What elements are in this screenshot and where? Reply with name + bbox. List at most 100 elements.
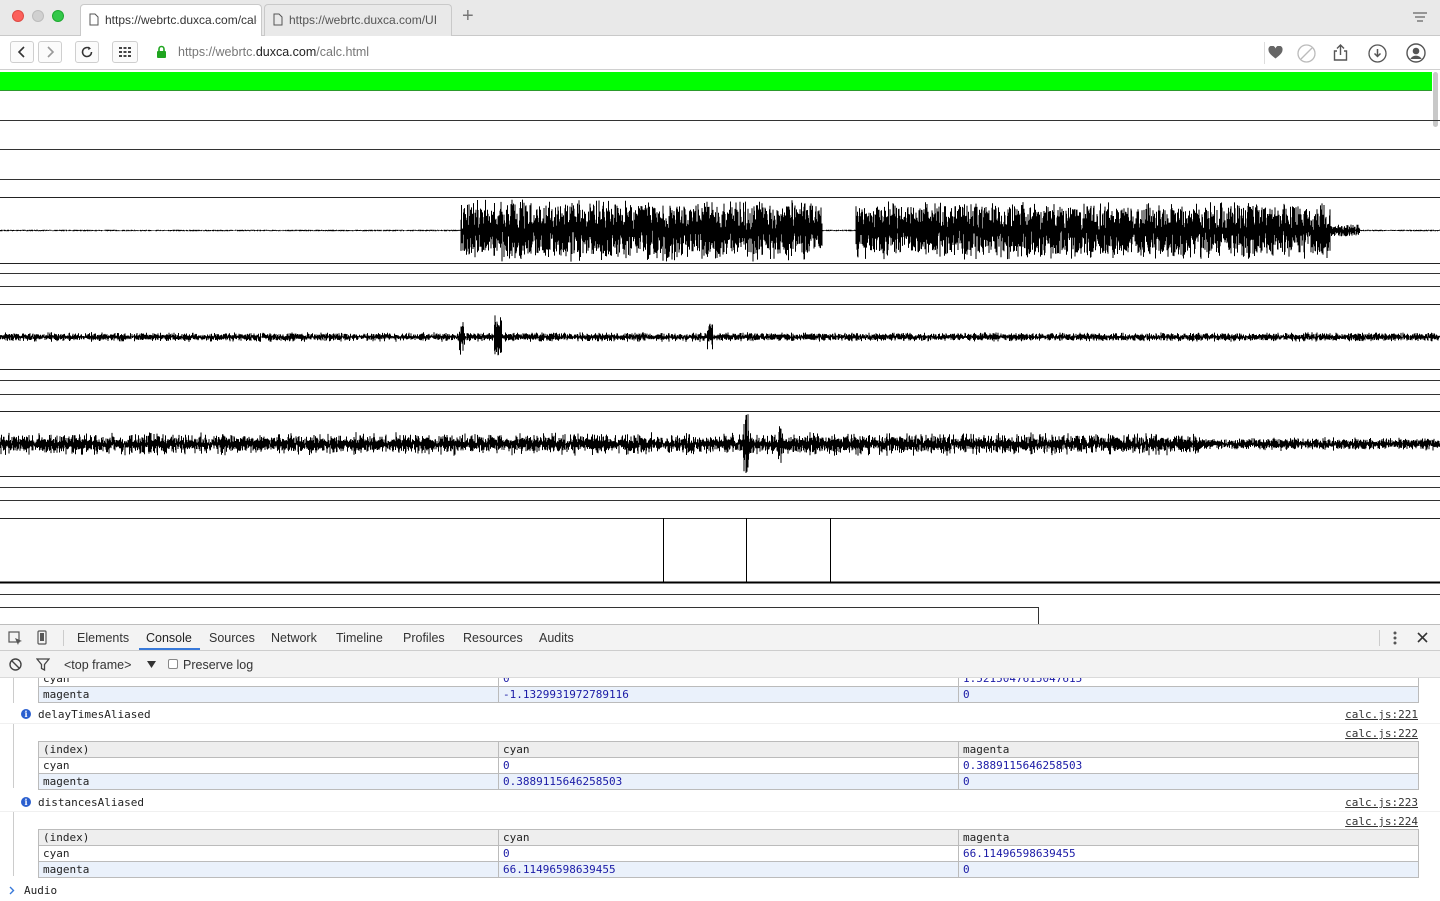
separator-line — [0, 500, 1440, 501]
lock-icon[interactable] — [156, 45, 167, 59]
status-bar — [0, 72, 1432, 91]
table-cell: magenta — [38, 686, 499, 703]
source-link[interactable]: calc.js:224 — [1345, 815, 1418, 828]
page-icon — [273, 13, 283, 26]
divider — [1379, 630, 1380, 646]
close-window-button[interactable] — [12, 10, 24, 22]
tab-audits[interactable]: Audits — [539, 631, 574, 645]
table-row: magenta -1.1329931972789116 0 — [38, 686, 1419, 703]
group-indent-line — [13, 724, 14, 788]
source-link[interactable]: calc.js:223 — [1345, 796, 1418, 809]
console-output: cyan 0 1.5215047615047615 magenta -1.132… — [0, 678, 1440, 901]
dropdown-arrow-icon[interactable] — [147, 661, 156, 668]
table-cell: magenta — [38, 773, 499, 790]
tab-list-icon[interactable] — [1412, 12, 1428, 24]
devtools-panel: Elements Console Sources Network Timelin… — [0, 624, 1440, 901]
adblock-icon[interactable] — [1297, 44, 1316, 63]
tab-elements[interactable]: Elements — [77, 631, 129, 645]
table-header-row: (index) cyan magenta — [38, 741, 1419, 758]
preserve-log-checkbox[interactable] — [168, 659, 178, 669]
tab-title: https://webrtc.duxca.com/calc.html — [105, 13, 257, 27]
column-header[interactable]: magenta — [958, 741, 1419, 758]
device-mode-icon[interactable] — [37, 630, 47, 645]
clear-console-icon[interactable] — [9, 658, 22, 671]
url-domain: duxca.com — [255, 45, 317, 59]
separator-line — [0, 120, 1440, 121]
table-cell: 0 — [498, 678, 959, 687]
heart-icon[interactable] — [1268, 46, 1283, 59]
console-prompt[interactable]: Audio — [0, 880, 1440, 901]
column-header[interactable]: cyan — [498, 829, 959, 846]
url-path: /calc.html — [316, 45, 370, 59]
speed-dial-button[interactable] — [112, 41, 138, 63]
console-message-text: distancesAliased — [38, 796, 144, 809]
console-table: (index) cyan magenta cyan 0 0.3889115646… — [38, 741, 1419, 790]
tab-resources[interactable]: Resources — [463, 631, 523, 645]
column-header[interactable]: cyan — [498, 741, 959, 758]
group-indent-line — [13, 678, 14, 703]
inspect-element-icon[interactable] — [8, 631, 23, 646]
chevron-left-icon — [17, 46, 25, 58]
divider — [63, 630, 64, 646]
source-link[interactable]: calc.js:222 — [1345, 727, 1418, 740]
info-icon: i — [21, 797, 31, 807]
forward-button[interactable] — [38, 41, 62, 63]
table-header-row: (index) cyan magenta — [38, 829, 1419, 846]
separator-line — [0, 149, 1440, 150]
group-indent-line — [13, 812, 14, 876]
more-options-icon[interactable] — [1393, 631, 1397, 645]
table-cell: 0.3889115646258503 — [958, 757, 1419, 774]
download-icon[interactable] — [1368, 44, 1387, 63]
separator-line — [0, 394, 1440, 395]
zoom-window-button[interactable] — [52, 10, 64, 22]
address-bar[interactable]: https://webrtc.duxca.com/calc.html — [178, 45, 369, 59]
table-cell: -1.1329931972789116 — [498, 686, 959, 703]
profile-icon[interactable] — [1406, 43, 1426, 63]
column-header[interactable]: (index) — [38, 741, 499, 758]
table-row: magenta 0.3889115646258503 0 — [38, 773, 1419, 790]
table-cell: cyan — [38, 757, 499, 774]
reload-button[interactable] — [75, 41, 99, 63]
active-tab-indicator — [139, 648, 200, 650]
back-button[interactable] — [10, 41, 34, 63]
close-icon[interactable] — [1417, 632, 1428, 643]
source-link[interactable]: calc.js:221 — [1345, 708, 1418, 721]
console-message-text: delayTimesAliased — [38, 708, 151, 721]
table-row: cyan 0 66.11496598639455 — [38, 845, 1419, 862]
table-cell: 0 — [958, 861, 1419, 878]
share-icon[interactable] — [1333, 44, 1348, 61]
tab-title: https://webrtc.duxca.com/UI — [289, 13, 438, 27]
tab-console[interactable]: Console — [146, 631, 192, 645]
devtools-tab-bar: Elements Console Sources Network Timelin… — [0, 625, 1440, 651]
console-input[interactable]: Audio — [24, 884, 57, 897]
separator-line — [0, 487, 1440, 488]
reload-icon — [81, 46, 93, 58]
prompt-chevron-icon — [9, 886, 15, 895]
toolbar-divider — [1264, 42, 1265, 64]
tab-timeline[interactable]: Timeline — [336, 631, 383, 645]
info-icon: i — [21, 709, 31, 719]
page-scrollbar-thumb[interactable] — [1433, 72, 1438, 127]
url-prefix: https://webrtc. — [178, 45, 256, 59]
separator-line — [0, 179, 1440, 180]
table-cell: magenta — [38, 861, 499, 878]
minimize-window-button[interactable] — [32, 10, 44, 22]
column-header[interactable]: (index) — [38, 829, 499, 846]
filter-icon[interactable] — [36, 658, 50, 671]
console-table-partial: cyan 0 1.5215047615047615 magenta -1.132… — [38, 678, 1419, 703]
waveform-canvas-3 — [0, 411, 1440, 477]
tab-sources[interactable]: Sources — [209, 631, 255, 645]
frame-selector[interactable]: <top frame> — [64, 658, 131, 672]
browser-tab-calc[interactable]: https://webrtc.duxca.com/calc.html — [80, 4, 262, 37]
browser-tab-ui[interactable]: https://webrtc.duxca.com/UI — [264, 4, 452, 36]
console-message: calc.js:222 — [0, 724, 1440, 742]
table-row: magenta 66.11496598639455 0 — [38, 861, 1419, 878]
tab-network[interactable]: Network — [271, 631, 317, 645]
separator-line — [0, 607, 1039, 608]
page-icon — [89, 13, 99, 26]
separator-line — [1038, 607, 1039, 624]
column-header[interactable]: magenta — [958, 829, 1419, 846]
separator-line — [0, 286, 1440, 287]
tab-profiles[interactable]: Profiles — [403, 631, 445, 645]
new-tab-button[interactable]: + — [462, 5, 474, 28]
